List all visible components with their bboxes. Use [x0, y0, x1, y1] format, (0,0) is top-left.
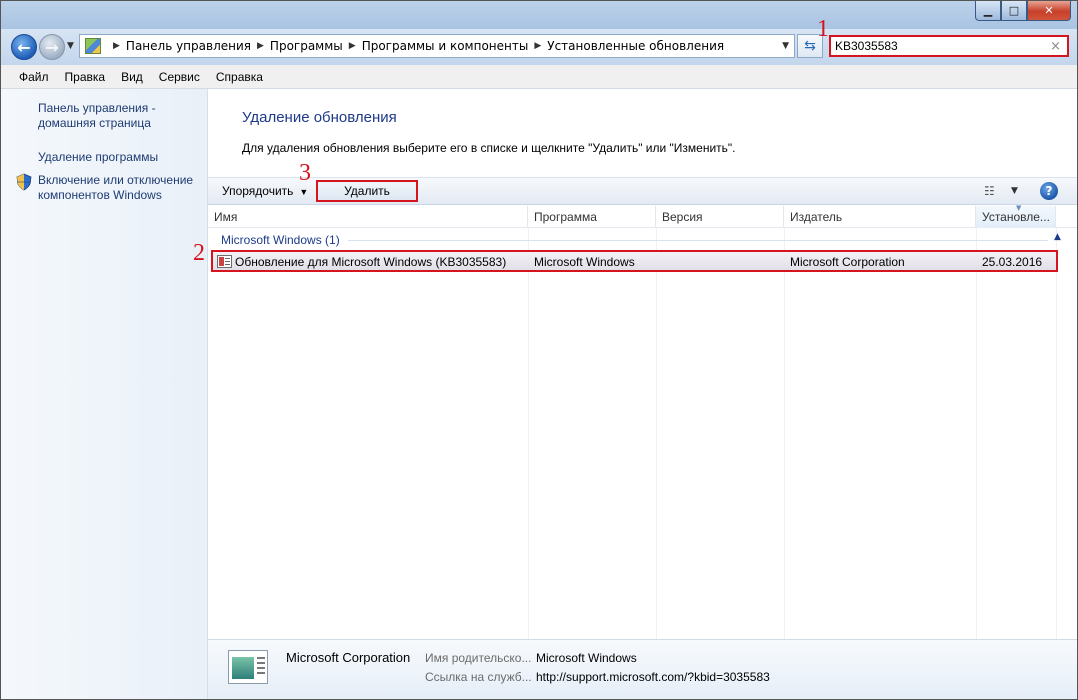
menu-view[interactable]: Вид	[113, 70, 151, 84]
navigation-bar: ← → ▼ ▶ Панель управления ▶ Программы ▶ …	[1, 29, 1077, 65]
breadcrumb-programs-features[interactable]: Программы и компоненты	[362, 39, 529, 53]
column-divider	[528, 228, 529, 639]
breadcrumb-installed-updates[interactable]: Установленные обновления	[547, 39, 724, 53]
column-divider	[1056, 228, 1057, 639]
cell-name: Обновление для Microsoft Windows (KB3035…	[235, 255, 507, 269]
details-parent-label: Имя родительско...	[425, 651, 532, 665]
back-button[interactable]: ←	[11, 34, 37, 60]
cell-publisher: Microsoft Corporation	[790, 255, 905, 269]
refresh-icon: ⇆	[804, 38, 816, 54]
details-parent-value: Microsoft Windows	[536, 651, 637, 665]
close-icon: ✕	[1044, 4, 1054, 17]
menu-bar: Файл Правка Вид Сервис Справка	[1, 65, 1077, 89]
address-dropdown-icon[interactable]: ▼	[782, 41, 789, 51]
chevron-down-icon: ▼	[299, 187, 309, 197]
page-description: Для удаления обновления выберите его в с…	[242, 141, 736, 155]
column-header-name[interactable]: Имя	[208, 206, 528, 228]
step-marker-2: 2	[193, 240, 205, 266]
link-line: Панель управления -	[38, 101, 156, 115]
link-line: Включение или отключение	[38, 173, 194, 187]
step-marker-3: 3	[299, 160, 311, 186]
minimize-icon: ▁	[983, 4, 993, 17]
chevron-right-icon[interactable]: ▶	[349, 41, 356, 51]
help-icon[interactable]: ?	[1040, 182, 1058, 200]
arrow-left-icon: ←	[17, 37, 31, 57]
link-line: домашняя страница	[38, 116, 151, 130]
column-divider	[784, 228, 785, 639]
shield-icon	[16, 173, 32, 191]
address-bar[interactable]: ▶ Панель управления ▶ Программы ▶ Програ…	[79, 34, 795, 58]
column-header-version[interactable]: Версия	[656, 206, 784, 228]
chevron-right-icon[interactable]: ▶	[257, 41, 264, 51]
chevron-right-icon[interactable]: ▶	[534, 41, 541, 51]
search-input[interactable]	[835, 39, 1035, 53]
command-bar: Упорядочить ▼ Удалить ☷ ▼ ?	[208, 177, 1077, 205]
control-panel-icon	[85, 38, 101, 54]
content-pane: Удаление обновления Для удаления обновле…	[208, 89, 1077, 639]
link-uninstall-program[interactable]: Удаление программы	[38, 150, 158, 165]
sort-indicator-icon: ▼	[1016, 204, 1022, 212]
details-support-link[interactable]: http://support.microsoft.com/?kbid=30355…	[536, 670, 770, 684]
link-control-panel-home[interactable]: Панель управления - домашняя страница	[38, 101, 156, 131]
uninstall-button[interactable]: Удалить	[316, 180, 418, 202]
step-marker-1: 1	[817, 16, 829, 42]
organize-button[interactable]: Упорядочить ▼	[222, 184, 308, 198]
chevron-right-icon[interactable]: ▶	[113, 41, 120, 51]
task-pane: Панель управления - домашняя страница Уд…	[1, 89, 208, 699]
recent-pages-dropdown[interactable]: ▼	[67, 41, 74, 51]
column-divider	[976, 228, 977, 639]
vertical-scrollbar[interactable]	[1068, 228, 1077, 639]
group-divider	[348, 240, 1048, 241]
forward-button[interactable]: →	[39, 34, 65, 60]
menu-tools[interactable]: Сервис	[151, 70, 208, 84]
table-row[interactable]: Обновление для Microsoft Windows (KB3035…	[211, 250, 1058, 272]
menu-edit[interactable]: Правка	[57, 70, 114, 84]
breadcrumb-control-panel[interactable]: Панель управления	[126, 39, 251, 53]
breadcrumb-programs[interactable]: Программы	[270, 39, 343, 53]
updates-list: Microsoft Windows (1) ▲ Обновление для M…	[208, 228, 1068, 639]
menu-file[interactable]: Файл	[11, 70, 57, 84]
maximize-button[interactable]: □	[1001, 1, 1027, 21]
maximize-icon: □	[1008, 4, 1020, 17]
view-dropdown-icon[interactable]: ▼	[1011, 186, 1018, 196]
minimize-button[interactable]: ▁	[975, 1, 1001, 21]
update-package-icon	[228, 650, 268, 684]
column-header-publisher[interactable]: Издатель	[784, 206, 976, 228]
menu-help[interactable]: Справка	[208, 70, 271, 84]
title-bar: ▁ □ ✕	[1, 1, 1077, 29]
close-button[interactable]: ✕	[1027, 1, 1071, 21]
cell-program: Microsoft Windows	[534, 255, 635, 269]
chevron-up-icon[interactable]: ▲	[1054, 232, 1061, 242]
explorer-window: ▁ □ ✕ ← → ▼ ▶ Панель управления ▶ Програ…	[0, 0, 1078, 700]
view-options-icon[interactable]: ☷	[984, 184, 995, 198]
caption-buttons: ▁ □ ✕	[975, 1, 1071, 21]
clear-search-icon[interactable]: ×	[1050, 39, 1061, 54]
group-header[interactable]: Microsoft Windows (1)	[221, 233, 340, 247]
arrow-right-icon: →	[45, 37, 59, 57]
details-support-label: Ссылка на служб...	[425, 670, 532, 684]
organize-label: Упорядочить	[222, 184, 294, 198]
link-line: компонентов Windows	[38, 188, 162, 202]
column-header-program[interactable]: Программа	[528, 206, 656, 228]
page-title: Удаление обновления	[242, 109, 397, 126]
column-divider	[656, 228, 657, 639]
details-pane: Microsoft Corporation Имя родительско...…	[208, 639, 1077, 699]
search-box[interactable]: ×	[829, 35, 1069, 57]
details-publisher: Microsoft Corporation	[286, 650, 411, 665]
cell-installed-date: 25.03.2016	[982, 255, 1043, 269]
update-icon	[217, 255, 232, 268]
column-headers: Имя Программа Версия Издатель Установле.…	[208, 204, 1077, 228]
link-windows-features[interactable]: Включение или отключение компонентов Win…	[38, 173, 193, 203]
